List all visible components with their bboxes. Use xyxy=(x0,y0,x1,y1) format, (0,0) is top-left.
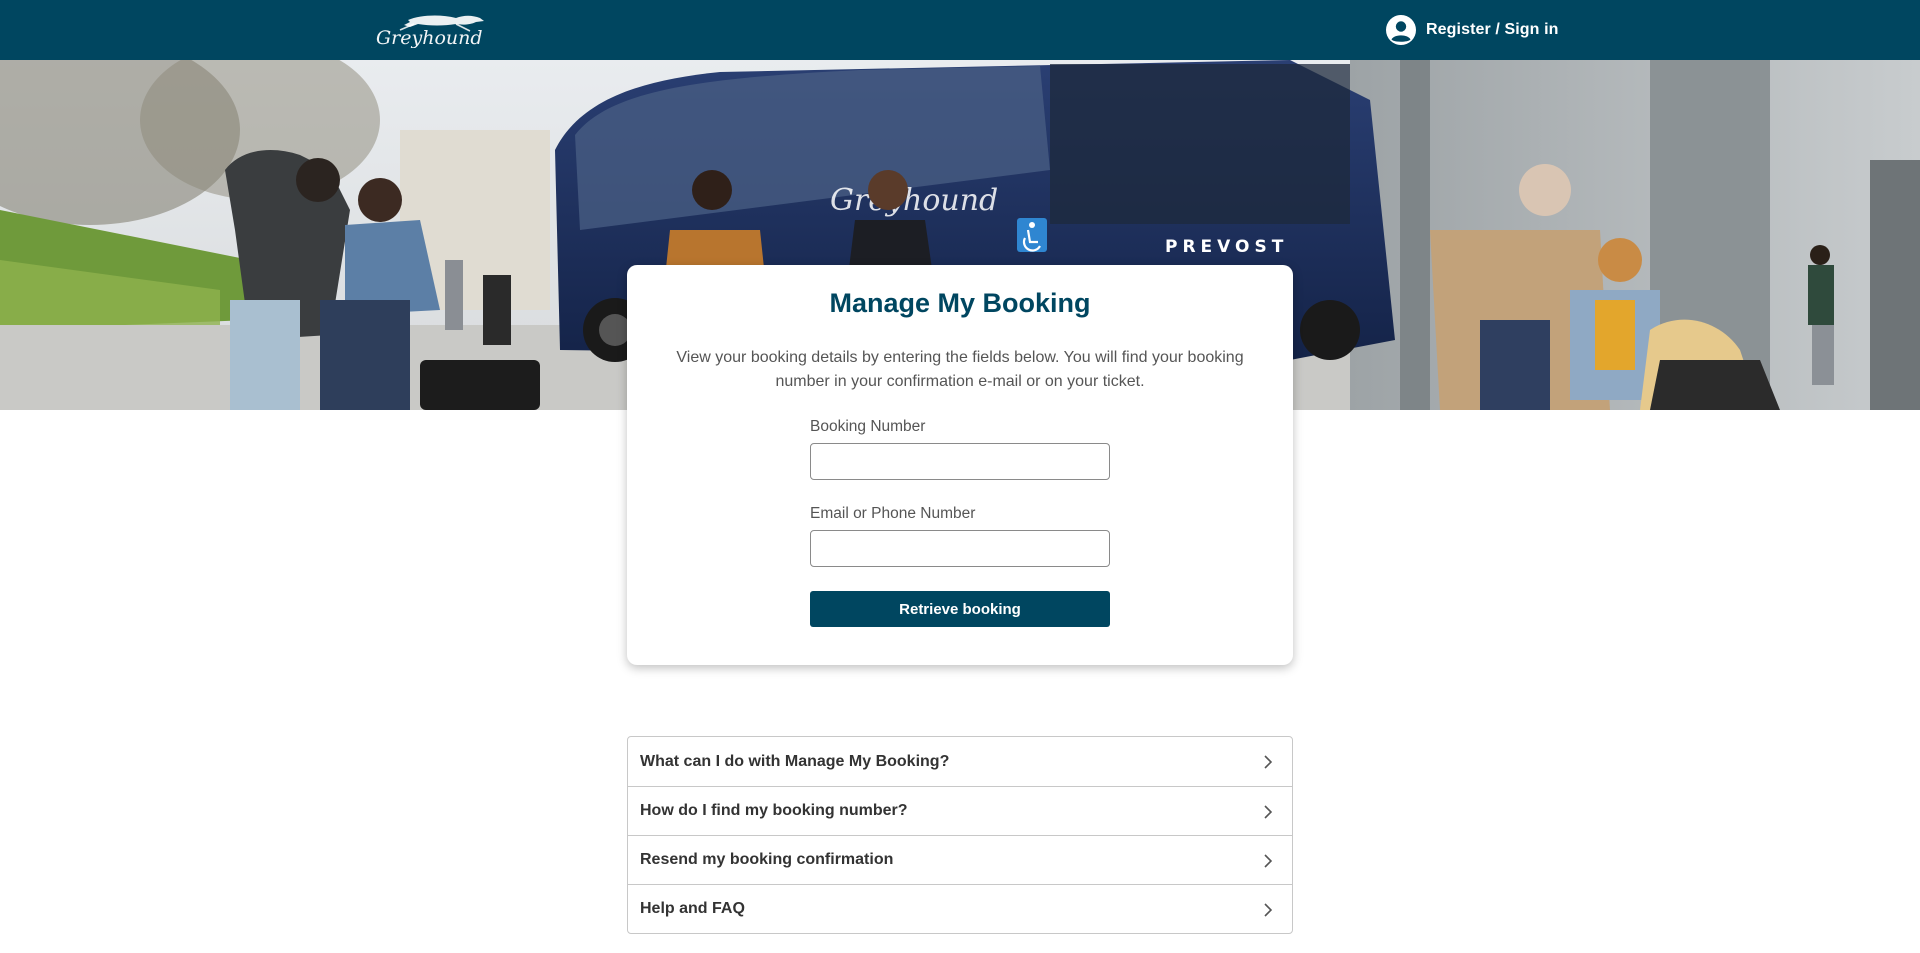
booking-number-label: Booking Number xyxy=(810,418,926,435)
chevron-right-icon xyxy=(1264,854,1273,868)
faq-item-find-booking-number[interactable]: How do I find my booking number? xyxy=(628,786,1292,835)
faq-item-help-faq[interactable]: Help and FAQ xyxy=(628,884,1292,933)
email-or-phone-input[interactable] xyxy=(810,530,1110,567)
page-title: Manage My Booking xyxy=(829,288,1091,318)
retrieve-booking-button[interactable]: Retrieve booking xyxy=(810,591,1110,627)
bus-prevost-text: PREVOST xyxy=(1165,237,1288,257)
manage-booking-card: Manage My Booking View your booking deta… xyxy=(627,265,1293,665)
register-signin-link[interactable]: Register / Sign in xyxy=(1386,14,1559,46)
greyhound-logo-icon: Greyhound xyxy=(376,15,484,49)
booking-description: View your booking details by entering th… xyxy=(676,349,1244,390)
faq-item-label: What can I do with Manage My Booking? xyxy=(640,752,950,770)
top-header: Greyhound Register / Sign in xyxy=(0,0,1920,60)
chevron-right-icon xyxy=(1264,903,1273,917)
contact-label: Email or Phone Number xyxy=(810,505,976,522)
faq-list: What can I do with Manage My Booking? Ho… xyxy=(627,736,1293,934)
user-circle-icon xyxy=(1386,15,1416,45)
logo-wordmark: Greyhound xyxy=(376,27,483,48)
booking-number-input[interactable] xyxy=(810,443,1110,480)
faq-item-what-can-i-do[interactable]: What can I do with Manage My Booking? xyxy=(628,737,1292,786)
chevron-right-icon xyxy=(1264,755,1273,769)
chevron-right-icon xyxy=(1264,805,1273,819)
faq-item-resend-confirmation[interactable]: Resend my booking confirmation xyxy=(628,835,1292,884)
faq-item-label: How do I find my booking number? xyxy=(640,802,908,819)
bus-brand-text: Greyhound xyxy=(830,183,998,218)
signin-label: Register / Sign in xyxy=(1426,21,1559,38)
greyhound-logo[interactable]: Greyhound xyxy=(374,12,510,49)
faq-item-label: Help and FAQ xyxy=(640,900,745,917)
faq-item-label: Resend my booking confirmation xyxy=(640,851,894,868)
